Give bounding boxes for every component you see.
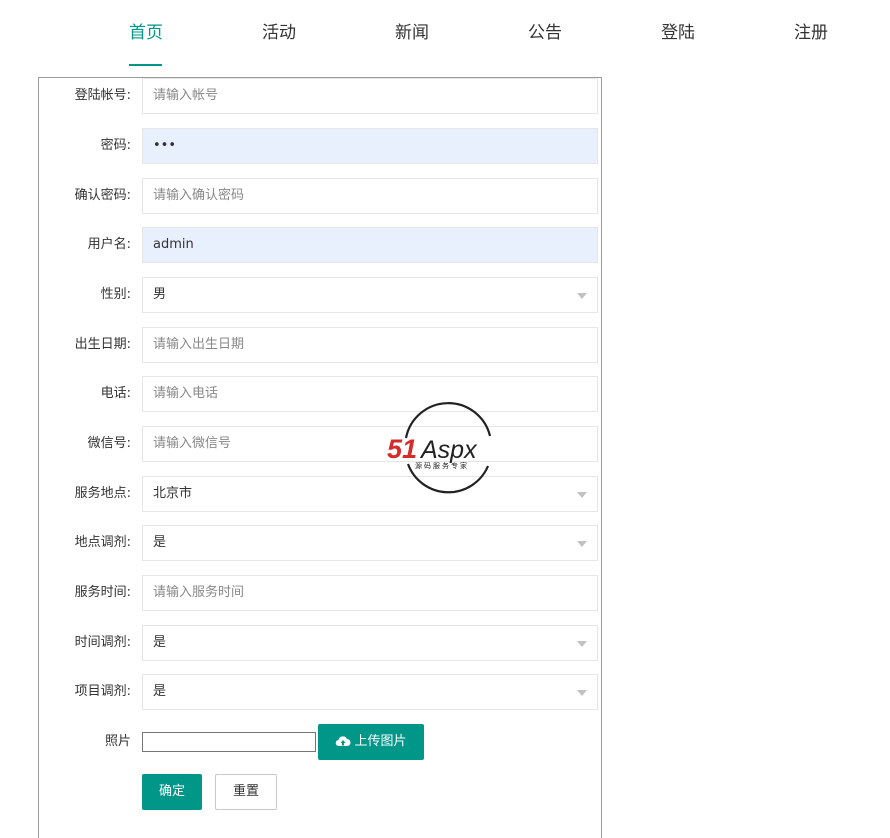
- form-row-birthday: 出生日期: 请输入出生日期: [39, 327, 601, 363]
- watermark-tagline: 源码服务专家: [415, 461, 469, 470]
- form-row-time-adjust: 时间调剂: 是: [39, 625, 601, 661]
- nav-item-activity[interactable]: 活动: [261, 18, 297, 68]
- gender-select[interactable]: 男: [142, 277, 598, 313]
- confirm-password-input[interactable]: 请输入确认密码: [142, 178, 598, 214]
- form-row-username: 用户名: admin: [39, 227, 601, 263]
- wechat-label: 微信号:: [87, 436, 131, 451]
- phone-label: 电话:: [100, 386, 131, 401]
- form-row-wechat: 微信号: 请输入微信号: [39, 426, 601, 462]
- service-location-label: 服务地点:: [74, 486, 131, 501]
- photo-label: 照片: [104, 734, 131, 749]
- wechat-input[interactable]: 请输入微信号: [142, 426, 598, 462]
- service-time-label: 服务时间:: [74, 585, 131, 600]
- cloud-upload-icon: [336, 736, 351, 747]
- register-form: 登陆帐号: 请输入帐号 密码: ••• 确认密码: 请输入确认密码 用户名: a…: [38, 77, 602, 838]
- birthday-input[interactable]: 请输入出生日期: [142, 327, 598, 363]
- form-row-service-time: 服务时间: 请输入服务时间: [39, 575, 601, 611]
- chevron-down-icon: [577, 641, 587, 647]
- confirm-password-label: 确认密码:: [74, 188, 131, 203]
- nav-item-notice[interactable]: 公告: [527, 18, 563, 68]
- form-row-confirm-password: 确认密码: 请输入确认密码: [39, 178, 601, 214]
- form-row-account: 登陆帐号: 请输入帐号: [39, 78, 601, 114]
- form-row-project-adjust: 项目调剂: 是: [39, 674, 601, 710]
- password-label: 密码:: [100, 138, 131, 153]
- project-adjust-label: 项目调剂:: [74, 684, 131, 699]
- reset-button[interactable]: 重置: [215, 774, 277, 810]
- username-input[interactable]: admin: [142, 227, 598, 263]
- location-adjust-label: 地点调剂:: [74, 535, 131, 550]
- chevron-down-icon: [577, 293, 587, 299]
- chevron-down-icon: [577, 541, 587, 547]
- chevron-down-icon: [577, 492, 587, 498]
- project-adjust-select[interactable]: 是: [142, 674, 598, 710]
- upload-image-label: 上传图片: [354, 734, 407, 749]
- form-row-actions: 确定 重置: [39, 774, 601, 810]
- username-label: 用户名:: [87, 237, 131, 252]
- time-adjust-value: 是: [153, 635, 167, 650]
- form-row-password: 密码: •••: [39, 128, 601, 164]
- photo-file-input[interactable]: [142, 732, 316, 752]
- service-location-select[interactable]: 北京市: [142, 476, 598, 512]
- submit-button[interactable]: 确定: [142, 774, 202, 810]
- service-time-input[interactable]: 请输入服务时间: [142, 575, 598, 611]
- time-adjust-select[interactable]: 是: [142, 625, 598, 661]
- watermark-logo: 51 Aspx 源码服务专家: [387, 402, 492, 494]
- form-row-location-adjust: 地点调剂: 是: [39, 525, 601, 561]
- nav-item-login[interactable]: 登陆: [660, 18, 696, 68]
- password-input[interactable]: •••: [142, 128, 598, 164]
- time-adjust-label: 时间调剂:: [74, 635, 131, 650]
- phone-input[interactable]: 请输入电话: [142, 376, 598, 412]
- upload-image-button[interactable]: 上传图片: [318, 724, 424, 760]
- chevron-down-icon: [577, 690, 587, 696]
- account-label: 登陆帐号:: [74, 88, 131, 103]
- top-nav: 首页 活动 新闻 公告 登陆 注册: [0, 0, 890, 70]
- form-row-phone: 电话: 请输入电话: [39, 376, 601, 412]
- nav-item-news[interactable]: 新闻: [394, 18, 430, 68]
- form-row-photo: 照片 上传图片: [39, 724, 601, 760]
- location-adjust-value: 是: [153, 535, 167, 550]
- nav-item-register[interactable]: 注册: [793, 18, 829, 68]
- nav-item-home[interactable]: 首页: [128, 18, 164, 68]
- account-input[interactable]: 请输入帐号: [142, 78, 598, 114]
- watermark-brand-51: 51: [387, 434, 417, 464]
- project-adjust-value: 是: [153, 684, 167, 699]
- watermark-brand-aspx: Aspx: [419, 436, 478, 464]
- location-adjust-select[interactable]: 是: [142, 525, 598, 561]
- gender-value: 男: [153, 287, 167, 302]
- service-location-value: 北京市: [153, 486, 193, 501]
- form-row-service-location: 服务地点: 北京市: [39, 476, 601, 512]
- birthday-label: 出生日期:: [74, 337, 131, 352]
- gender-label: 性别:: [100, 287, 131, 302]
- form-row-gender: 性别: 男: [39, 277, 601, 313]
